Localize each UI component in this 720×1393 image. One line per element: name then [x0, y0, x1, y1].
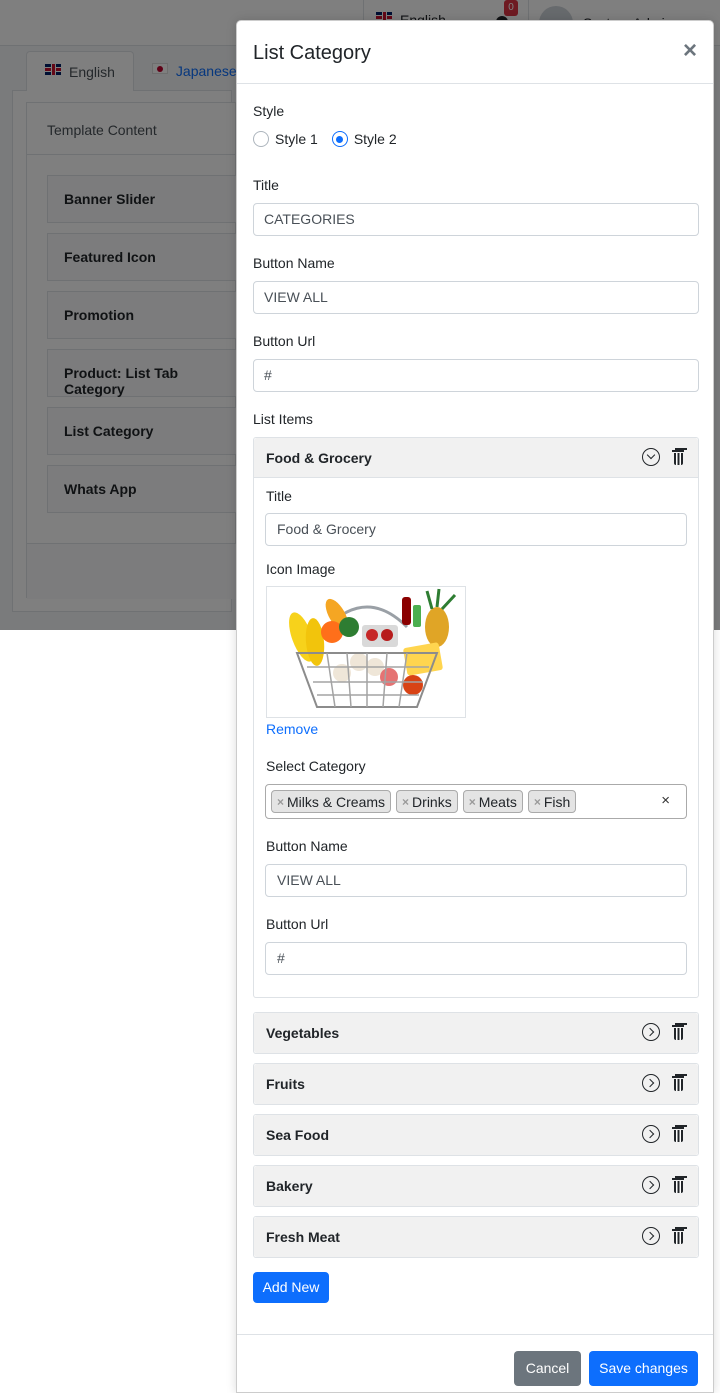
list-item-sea-food: Sea Food: [253, 1114, 699, 1156]
accordion-title: Fruits: [266, 1076, 305, 1092]
trash-icon[interactable]: [672, 1024, 684, 1040]
accordion-title: Sea Food: [266, 1127, 330, 1143]
list-item-fruits: Fruits: [253, 1063, 699, 1105]
chip-label: Drinks: [412, 793, 452, 810]
remove-image-link[interactable]: Remove: [266, 721, 318, 737]
icon-image-preview: [266, 586, 466, 718]
expand-icon[interactable]: [642, 1125, 660, 1143]
title-input[interactable]: CATEGORIES: [253, 203, 699, 236]
item-button-url-input[interactable]: #: [265, 942, 687, 975]
list-items-label: List Items: [253, 411, 313, 427]
item-button-name-label: Button Name: [266, 838, 348, 854]
modal-header: List Category ×: [237, 21, 713, 84]
trash-icon[interactable]: [672, 449, 684, 465]
chip-remove-icon[interactable]: ×: [402, 795, 409, 809]
trash-icon[interactable]: [672, 1177, 684, 1193]
item-title-label: Title: [266, 488, 292, 504]
chip-label: Fish: [543, 793, 571, 810]
accordion-header[interactable]: Fresh Meat: [254, 1217, 698, 1257]
accordion-header[interactable]: Sea Food: [254, 1115, 698, 1155]
item-button-url-label: Button Url: [266, 916, 329, 932]
list-item-food-grocery: Food & Grocery Title Food & Grocery Icon…: [253, 437, 699, 998]
button-url-input[interactable]: #: [253, 359, 699, 392]
accordion-header[interactable]: Food & Grocery: [254, 438, 698, 478]
style-2-label: Style 2: [353, 131, 397, 147]
cancel-button[interactable]: Cancel: [514, 1351, 581, 1386]
style-1-radio[interactable]: [253, 131, 269, 147]
modal-footer: Cancel Save changes: [237, 1334, 713, 1393]
add-new-button[interactable]: Add New: [253, 1272, 329, 1303]
chip-label: Meats: [478, 793, 517, 810]
list-category-modal: List Category × Style Style 1 Style 2 Ti…: [236, 20, 714, 1393]
style-label: Style: [253, 103, 285, 119]
expand-icon[interactable]: [642, 1176, 660, 1194]
expand-icon[interactable]: [642, 1227, 660, 1245]
list-item-fresh-meat: Fresh Meat: [253, 1216, 699, 1258]
accordion-title: Fresh Meat: [266, 1229, 340, 1245]
trash-icon[interactable]: [672, 1075, 684, 1091]
accordion-title: Vegetables: [266, 1025, 340, 1041]
save-changes-button[interactable]: Save changes: [589, 1351, 698, 1386]
chip-remove-icon[interactable]: ×: [469, 795, 476, 809]
category-chip: × Fish: [527, 790, 577, 813]
category-chip: × Meats: [462, 790, 523, 813]
collapse-icon[interactable]: [642, 448, 660, 466]
item-button-name-input[interactable]: VIEW ALL: [265, 864, 687, 897]
grocery-basket-icon: [289, 588, 457, 708]
expand-icon[interactable]: [642, 1074, 660, 1092]
style-2-radio[interactable]: [331, 131, 348, 147]
accordion-title: Food & Grocery: [266, 450, 372, 466]
icon-image-label: Icon Image: [266, 561, 336, 577]
list-item-bakery: Bakery: [253, 1165, 699, 1207]
accordion-header[interactable]: Vegetables: [254, 1013, 698, 1053]
chip-remove-icon[interactable]: ×: [534, 795, 541, 809]
chip-label: Milks & Creams: [287, 793, 386, 810]
modal-title: List Category: [253, 42, 371, 64]
button-name-input[interactable]: VIEW ALL: [253, 281, 699, 314]
trash-icon[interactable]: [672, 1228, 684, 1244]
select-category-label: Select Category: [266, 758, 366, 774]
expand-icon[interactable]: [642, 1023, 660, 1041]
category-chip: × Drinks: [396, 790, 458, 813]
list-item-vegetables: Vegetables: [253, 1012, 699, 1054]
clear-all-icon[interactable]: ×: [661, 792, 670, 809]
trash-icon[interactable]: [672, 1126, 684, 1142]
accordion-header[interactable]: Fruits: [254, 1064, 698, 1104]
accordion-header[interactable]: Bakery: [254, 1166, 698, 1206]
title-label: Title: [253, 177, 279, 193]
style-radio-group: Style 1 Style 2: [253, 131, 407, 147]
category-chip: × Milks & Creams: [271, 790, 392, 813]
category-multiselect[interactable]: × Milks & Creams × Drinks × Meats × Fish…: [265, 784, 687, 819]
button-name-label: Button Name: [253, 255, 335, 271]
button-url-label: Button Url: [253, 333, 316, 349]
style-1-label: Style 1: [275, 131, 318, 147]
item-title-input[interactable]: Food & Grocery: [265, 513, 687, 546]
chip-remove-icon[interactable]: ×: [277, 795, 284, 809]
close-icon[interactable]: ×: [683, 39, 697, 63]
accordion-title: Bakery: [266, 1178, 313, 1194]
